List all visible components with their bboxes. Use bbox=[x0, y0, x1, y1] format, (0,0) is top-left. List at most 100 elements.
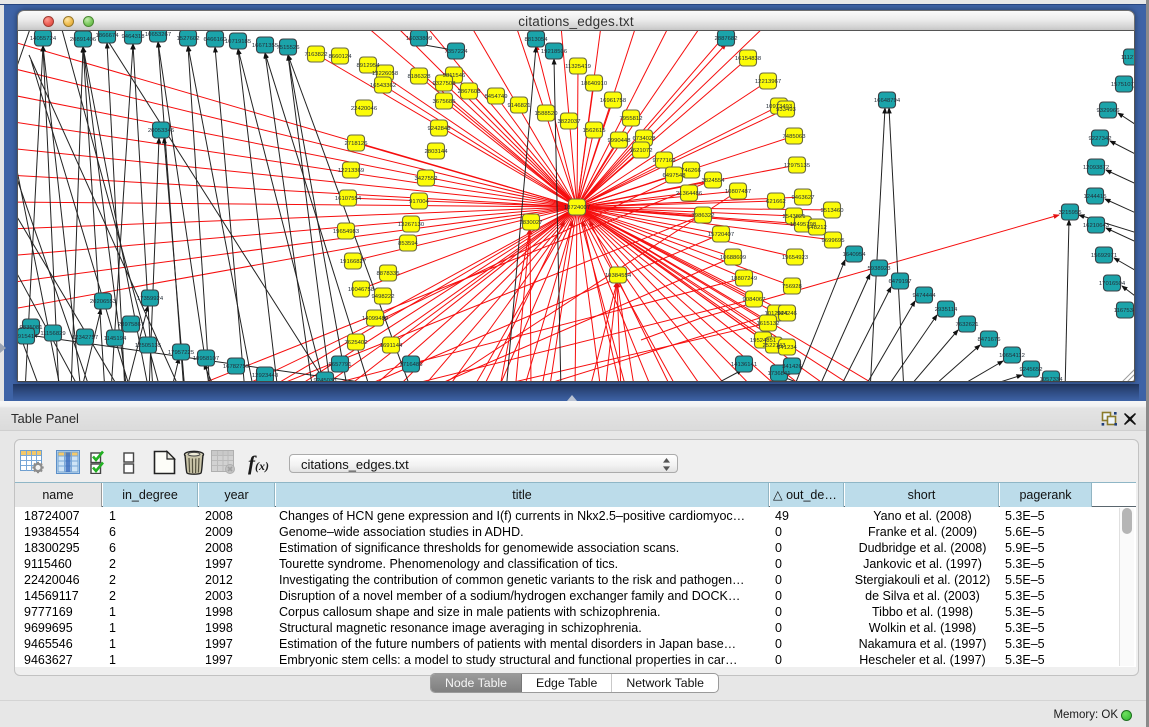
svg-text:12213369: 12213369 bbox=[338, 168, 364, 174]
svg-text:1588520: 1588520 bbox=[535, 111, 559, 117]
svg-text:19218506: 19218506 bbox=[541, 49, 568, 55]
svg-text:7515526: 7515526 bbox=[277, 45, 301, 51]
svg-text:18807249: 18807249 bbox=[731, 276, 757, 282]
svg-text:341426: 341426 bbox=[782, 364, 802, 370]
svg-text:3822037: 3822037 bbox=[558, 119, 581, 125]
svg-text:9835081: 9835081 bbox=[20, 325, 43, 331]
svg-text:3427552: 3427552 bbox=[415, 176, 438, 182]
svg-text:9146821: 9146821 bbox=[508, 103, 531, 109]
svg-text:9657791: 9657791 bbox=[329, 362, 352, 368]
svg-text:8186328: 8186328 bbox=[408, 74, 432, 80]
svg-text:12923448: 12923448 bbox=[252, 373, 279, 379]
svg-text:1057334: 1057334 bbox=[1040, 377, 1064, 382]
svg-text:7485063: 7485063 bbox=[783, 134, 807, 140]
svg-text:2803144: 2803144 bbox=[425, 149, 449, 155]
svg-text:756928: 756928 bbox=[782, 284, 802, 290]
svg-text:16543362: 16543362 bbox=[370, 83, 396, 89]
svg-text:19166827: 19166827 bbox=[340, 259, 366, 265]
svg-text:11156829: 11156829 bbox=[40, 331, 65, 337]
svg-text:10807487: 10807487 bbox=[725, 189, 751, 195]
svg-text:9464318: 9464318 bbox=[122, 34, 146, 40]
svg-text:9463627: 9463627 bbox=[792, 195, 815, 201]
svg-text:1621072: 1621072 bbox=[630, 148, 653, 154]
svg-text:7625402: 7625402 bbox=[345, 340, 368, 346]
svg-text:16154838: 16154838 bbox=[735, 56, 762, 62]
svg-text:7632621: 7632621 bbox=[956, 322, 979, 328]
svg-text:13226058: 13226058 bbox=[372, 71, 399, 77]
svg-text:23975867: 23975867 bbox=[118, 322, 144, 328]
svg-text:6734028: 6734028 bbox=[633, 136, 657, 142]
svg-text:10688609: 10688609 bbox=[720, 255, 746, 261]
svg-text:8471676: 8471676 bbox=[978, 337, 1002, 343]
svg-text:9513460: 9513460 bbox=[821, 208, 845, 214]
svg-text:14136141: 14136141 bbox=[731, 362, 757, 368]
svg-text:6479197: 6479197 bbox=[889, 279, 912, 285]
svg-text:5938923: 5938923 bbox=[868, 266, 892, 272]
svg-text:16671355: 16671355 bbox=[252, 43, 279, 49]
svg-text:19384554: 19384554 bbox=[605, 273, 632, 279]
svg-text:746266: 746266 bbox=[681, 168, 701, 174]
svg-text:3215955: 3215955 bbox=[1059, 210, 1083, 216]
svg-text:2830027: 2830027 bbox=[520, 220, 543, 226]
svg-text:12975135: 12975135 bbox=[784, 163, 811, 169]
svg-text:16648794: 16648794 bbox=[874, 98, 901, 104]
svg-text:6466160: 6466160 bbox=[204, 37, 228, 43]
svg-text:9245033: 9245033 bbox=[314, 378, 338, 382]
svg-text:7357224: 7357224 bbox=[445, 49, 469, 55]
svg-text:9990448: 9990448 bbox=[608, 138, 632, 144]
svg-text:10654112: 10654112 bbox=[999, 353, 1025, 359]
svg-text:1112753: 1112753 bbox=[1121, 55, 1135, 61]
svg-text:2935114: 2935114 bbox=[935, 307, 958, 313]
svg-text:9245652: 9245652 bbox=[1020, 367, 1043, 373]
svg-text:14055724: 14055724 bbox=[30, 36, 57, 42]
svg-text:944246: 944246 bbox=[777, 311, 797, 317]
svg-text:1145194: 1145194 bbox=[104, 336, 127, 342]
svg-text:9716485: 9716485 bbox=[400, 362, 424, 368]
svg-text:1244415: 1244415 bbox=[1084, 194, 1108, 200]
svg-text:9811546: 9811546 bbox=[443, 73, 466, 79]
svg-text:9474444: 9474444 bbox=[913, 293, 937, 299]
svg-text:11325419: 11325419 bbox=[565, 64, 591, 70]
svg-text:2543821: 2543821 bbox=[783, 214, 806, 220]
svg-text:20206553: 20206553 bbox=[90, 299, 117, 305]
svg-text:12505135: 12505135 bbox=[135, 343, 162, 349]
svg-text:17957225: 17957225 bbox=[168, 350, 195, 356]
svg-text:9498222: 9498222 bbox=[372, 294, 395, 300]
svg-text:841234: 841234 bbox=[777, 345, 797, 351]
svg-text:12342757: 12342757 bbox=[72, 335, 98, 341]
svg-text:9227342: 9227342 bbox=[1089, 136, 1112, 142]
svg-text:9329966: 9329966 bbox=[1097, 108, 1121, 114]
svg-text:9699695: 9699695 bbox=[822, 238, 846, 244]
svg-text:17359924: 17359924 bbox=[137, 296, 164, 302]
svg-text:8878335: 8878335 bbox=[377, 271, 401, 277]
svg-text:10046758: 10046758 bbox=[348, 287, 375, 293]
svg-text:20891406: 20891406 bbox=[70, 37, 97, 43]
svg-text:19958107: 19958107 bbox=[193, 356, 219, 362]
svg-text:9777169: 9777169 bbox=[653, 158, 676, 164]
svg-text:2887682: 2887682 bbox=[715, 36, 738, 42]
svg-text:2867608: 2867608 bbox=[458, 89, 482, 95]
svg-text:621662: 621662 bbox=[766, 199, 786, 205]
svg-text:15751074: 15751074 bbox=[1111, 82, 1135, 88]
svg-text:22420046: 22420046 bbox=[351, 106, 378, 112]
svg-text:1562615: 1562615 bbox=[583, 128, 607, 134]
svg-text:17016504: 17016504 bbox=[1099, 281, 1126, 287]
svg-text:18724007: 18724007 bbox=[564, 205, 590, 211]
svg-text:1615132: 1615132 bbox=[757, 321, 780, 327]
svg-text:16107554: 16107554 bbox=[335, 196, 362, 202]
svg-text:1736841: 1736841 bbox=[768, 371, 791, 377]
svg-text:933493: 933493 bbox=[776, 107, 796, 113]
svg-text:14099489: 14099489 bbox=[362, 316, 388, 322]
svg-text:1640954: 1640954 bbox=[843, 252, 867, 258]
svg-text:16033809: 16033809 bbox=[406, 36, 432, 42]
svg-text:3675685: 3675685 bbox=[433, 99, 457, 105]
svg-text:917004: 917004 bbox=[409, 199, 429, 205]
svg-text:15720407: 15720407 bbox=[708, 232, 734, 238]
svg-text:19654983: 19654983 bbox=[333, 229, 360, 235]
svg-text:3915414: 3915414 bbox=[18, 334, 38, 340]
svg-text:8813054: 8813054 bbox=[525, 37, 549, 43]
svg-text:1167534: 1167534 bbox=[1114, 308, 1135, 314]
svg-text:853594: 853594 bbox=[398, 241, 418, 247]
svg-text:10719185: 10719185 bbox=[225, 39, 252, 45]
svg-text:16210643: 16210643 bbox=[1083, 223, 1110, 229]
